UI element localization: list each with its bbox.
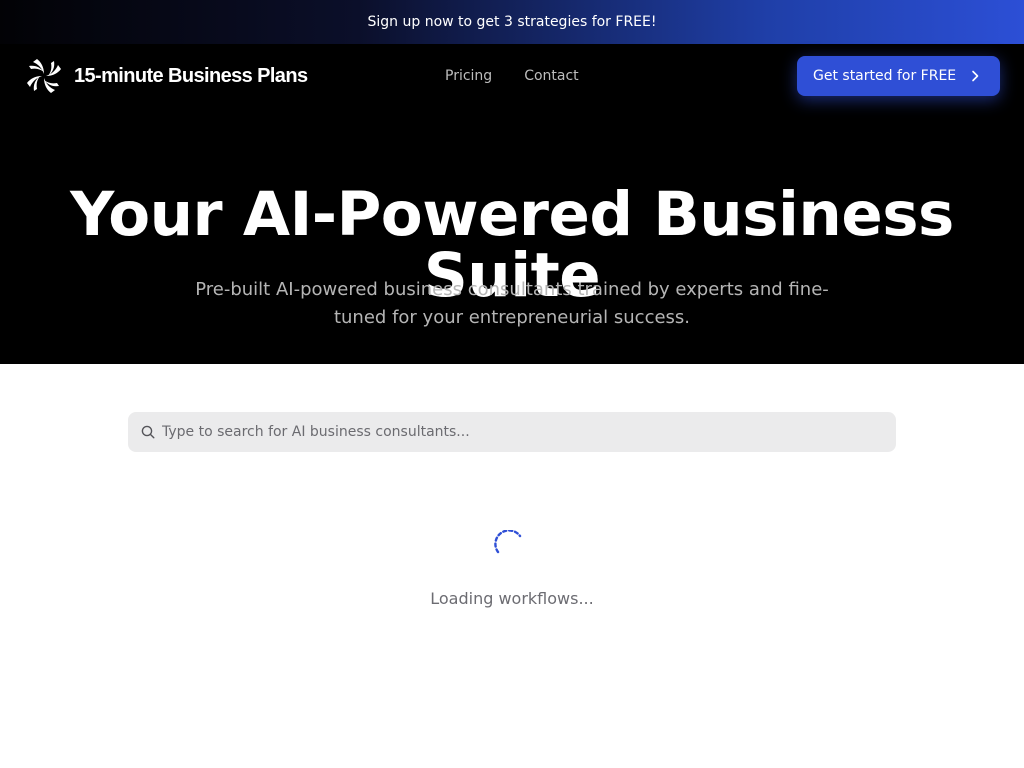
nav-link-contact[interactable]: Contact [524, 66, 578, 86]
search-icon [141, 425, 155, 439]
hero-subtitle: Pre-built AI-powered business consultant… [190, 276, 834, 332]
search-bar[interactable] [128, 412, 896, 452]
hero-subtitle-line-1: Pre-built AI-powered business consultant… [195, 279, 829, 300]
brand-home-link[interactable]: 15-minute Business Plans [24, 56, 308, 96]
loading-spinner-icon [494, 530, 522, 554]
brand-name: 15-minute Business Plans [74, 64, 308, 87]
navbar: 15-minute Business Plans Pricing Contact… [0, 44, 1024, 108]
loading-status-text: Loading workflows... [430, 589, 594, 608]
search-input[interactable] [162, 424, 862, 440]
promo-banner-text: Sign up now to get 3 strategies for FREE… [367, 14, 657, 30]
hero-subtitle-line-2: tuned for your entrepreneurial success. [333, 307, 691, 328]
chevron-right-icon [972, 70, 979, 82]
get-started-button[interactable]: Get started for FREE [797, 56, 1000, 96]
get-started-label: Get started for FREE [813, 68, 957, 84]
nav-link-pricing[interactable]: Pricing [445, 66, 492, 86]
nav-links: Pricing Contact [445, 66, 579, 86]
promo-banner: Sign up now to get 3 strategies for FREE… [0, 0, 1024, 44]
pinwheel-logo-icon [27, 59, 61, 93]
